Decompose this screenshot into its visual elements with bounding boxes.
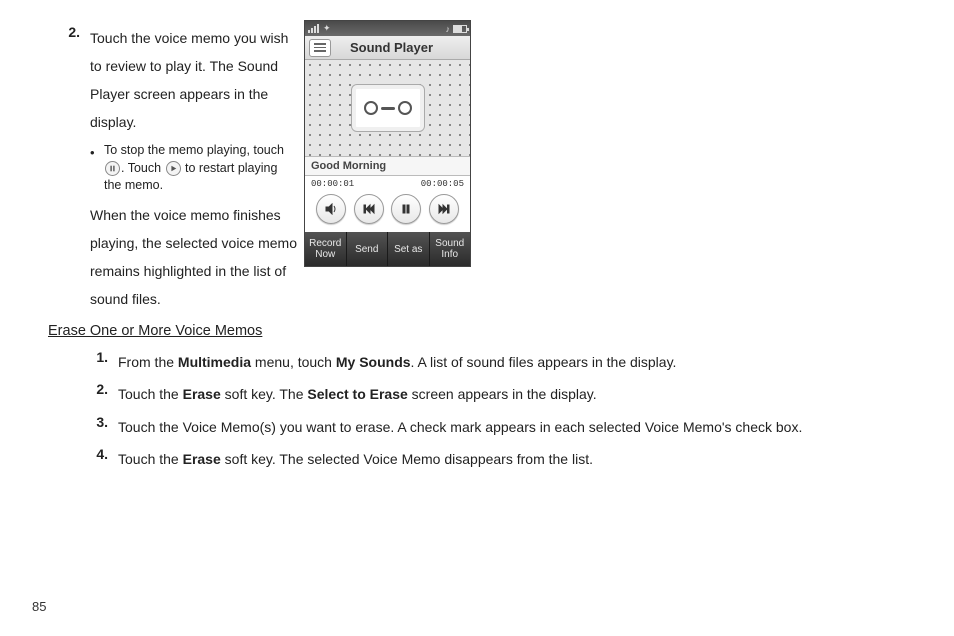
- erase-step-2: 2. Touch the Erase soft key. The Select …: [48, 381, 906, 408]
- page-number: 85: [32, 599, 46, 614]
- time-row: 00:00:01 00:00:05: [305, 176, 470, 190]
- phone-title: Sound Player: [337, 40, 466, 55]
- softkey-record-now[interactable]: Record Now: [305, 232, 347, 266]
- volume-button[interactable]: [316, 194, 346, 224]
- next-button[interactable]: [429, 194, 459, 224]
- erase-step-3: 3. Touch the Voice Memo(s) you want to e…: [48, 414, 906, 441]
- step-number: 2.: [48, 24, 90, 136]
- step-number: 1.: [48, 349, 118, 376]
- step-number: 4.: [48, 446, 118, 473]
- player-area: [305, 60, 470, 156]
- erase-step-4: 4. Touch the Erase soft key. The selecte…: [48, 446, 906, 473]
- battery-icon: [453, 25, 467, 33]
- step-2: 2. Touch the voice memo you wish to revi…: [48, 24, 298, 136]
- play-icon: [166, 161, 181, 176]
- status-right: ♪: [446, 24, 468, 34]
- step-2-bullet: • To stop the memo playing, touch . Touc…: [48, 142, 298, 195]
- bullet-icon: •: [90, 142, 104, 195]
- bullet-text-part: . Touch: [121, 161, 165, 175]
- pause-button[interactable]: [391, 194, 421, 224]
- step-text: Touch the voice memo you wish to review …: [90, 24, 298, 136]
- satellite-icon: ✦: [323, 23, 331, 34]
- erase-step-1: 1. From the Multimedia menu, touch My So…: [48, 349, 906, 376]
- time-total: 00:00:05: [421, 179, 464, 189]
- step-text: Touch the Voice Memo(s) you want to eras…: [118, 414, 906, 441]
- section-heading: Erase One or More Voice Memos: [48, 323, 906, 339]
- softkey-sound-info[interactable]: Sound Info: [430, 232, 471, 266]
- pause-icon: [105, 161, 120, 176]
- prev-button[interactable]: [354, 194, 384, 224]
- phone-statusbar: ✦ ♪: [305, 21, 470, 36]
- step-text: Touch the Erase soft key. The selected V…: [118, 446, 906, 473]
- step-number: 3.: [48, 414, 118, 441]
- menu-button[interactable]: [309, 39, 331, 57]
- phone-screenshot: ✦ ♪ Sound Player Good Morning: [304, 20, 471, 267]
- bullet-text-part: To stop the memo playing, touch: [104, 143, 284, 157]
- signal-icon: [308, 25, 320, 33]
- bullet-text: To stop the memo playing, touch . Touch …: [104, 142, 298, 195]
- phone-titlebar: Sound Player: [305, 36, 470, 60]
- step-2-continuation: When the voice memo finishes playing, th…: [48, 201, 298, 313]
- step-number: 2.: [48, 381, 118, 408]
- softkey-set-as[interactable]: Set as: [388, 232, 430, 266]
- erase-steps: 1. From the Multimedia menu, touch My So…: [48, 349, 906, 473]
- step-text: From the Multimedia menu, touch My Sound…: [118, 349, 906, 376]
- music-note-icon: ♪: [446, 24, 451, 34]
- softkey-bar: Record Now Send Set as Sound Info: [305, 232, 470, 266]
- time-elapsed: 00:00:01: [311, 179, 354, 189]
- track-name: Good Morning: [305, 156, 470, 176]
- status-left: ✦: [308, 23, 331, 34]
- player-controls: [305, 190, 470, 232]
- softkey-send[interactable]: Send: [347, 232, 389, 266]
- step-text: Touch the Erase soft key. The Select to …: [118, 381, 906, 408]
- cassette-icon: [351, 84, 425, 132]
